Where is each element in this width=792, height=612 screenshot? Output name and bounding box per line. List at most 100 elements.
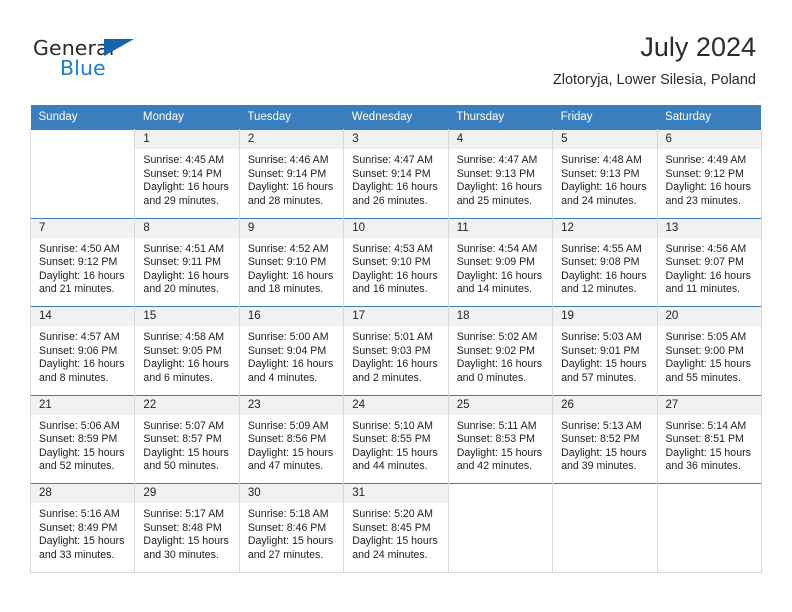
day-cell[interactable]: 29 Sunrise: 5:17 AM Sunset: 8:48 PM Dayl… [134,483,240,573]
sunset-text: Sunset: 8:52 PM [561,433,640,446]
daylight-text-line2: and 36 minutes. [665,460,741,473]
day-info: Sunrise: 4:52 AM Sunset: 9:10 PM Dayligh… [240,238,342,297]
day-number: 28 [31,484,134,503]
daylight-text-line2: and 23 minutes. [665,194,741,207]
sunrise-text: Sunrise: 5:06 AM [39,419,120,432]
calendar-week-row: 21 Sunrise: 5:06 AM Sunset: 8:59 PM Dayl… [29,394,762,484]
day-cell[interactable]: 25 Sunrise: 5:11 AM Sunset: 8:53 PM Dayl… [447,394,554,484]
daylight-text-line1: Daylight: 16 hours [352,181,438,194]
sunset-text: Sunset: 9:14 PM [143,167,222,180]
sunset-text: Sunset: 8:45 PM [352,521,431,534]
day-info: Sunrise: 5:09 AM Sunset: 8:56 PM Dayligh… [240,415,342,474]
day-info: Sunrise: 5:11 AM Sunset: 8:53 PM Dayligh… [449,415,551,474]
page-title: July 2024 [640,32,756,62]
daylight-text-line1: Daylight: 16 hours [247,269,334,282]
sunset-text: Sunset: 8:51 PM [665,433,744,446]
day-number [449,484,552,503]
day-cell[interactable]: 17 Sunrise: 5:01 AM Sunset: 9:03 PM Dayl… [343,306,449,395]
day-cell[interactable]: 18 Sunrise: 5:02 AM Sunset: 9:02 PM Dayl… [447,306,554,395]
sunrise-text: Sunrise: 4:47 AM [352,154,433,166]
sunrise-text: Sunrise: 4:57 AM [39,331,120,343]
day-number: 20 [658,307,761,326]
day-cell[interactable]: 15 Sunrise: 4:58 AM Sunset: 9:05 PM Dayl… [134,306,240,395]
day-cell[interactable]: 7 Sunrise: 4:50 AM Sunset: 9:12 PM Dayli… [29,217,136,307]
sunset-text: Sunset: 9:06 PM [39,344,118,357]
logo-triangle-icon [104,39,134,56]
day-cell[interactable]: 26 Sunrise: 5:13 AM Sunset: 8:52 PM Dayl… [552,394,658,484]
general-blue-logo[interactable]: General Blue [33,38,163,86]
day-number: 11 [449,218,552,238]
day-info: Sunrise: 5:18 AM Sunset: 8:46 PM Dayligh… [240,503,342,562]
day-cell[interactable]: 30 Sunrise: 5:18 AM Sunset: 8:46 PM Dayl… [238,483,345,573]
sunrise-text: Sunrise: 4:58 AM [143,331,225,343]
daylight-text-line1: Daylight: 16 hours [247,181,334,194]
daylight-text-line1: Daylight: 15 hours [39,535,125,548]
day-info: Sunrise: 5:02 AM Sunset: 9:02 PM Dayligh… [449,326,551,385]
day-info: Sunrise: 4:53 AM Sunset: 9:10 PM Dayligh… [345,238,447,297]
day-cell[interactable]: 2 Sunrise: 4:46 AM Sunset: 9:14 PM Dayli… [238,129,345,218]
day-cell[interactable]: 6 Sunrise: 4:49 AM Sunset: 9:12 PM Dayli… [656,129,762,218]
sunrise-text: Sunrise: 5:01 AM [352,331,433,343]
day-cell[interactable]: 5 Sunrise: 4:48 AM Sunset: 9:13 PM Dayli… [552,129,658,218]
day-number: 19 [553,307,657,326]
sunrise-text: Sunrise: 5:09 AM [247,419,329,432]
day-cell[interactable]: 11 Sunrise: 4:54 AM Sunset: 9:09 PM Dayl… [447,217,554,307]
daylight-text-line1: Daylight: 15 hours [456,446,543,459]
day-number: 8 [135,218,239,238]
sunrise-text: Sunrise: 5:02 AM [456,331,538,343]
daylight-text-line1: Daylight: 15 hours [561,358,647,371]
daylight-text-line1: Daylight: 16 hours [143,181,229,194]
sunset-text: Sunset: 9:12 PM [665,167,744,180]
day-cell[interactable]: 23 Sunrise: 5:09 AM Sunset: 8:56 PM Dayl… [238,394,345,484]
day-info: Sunrise: 4:54 AM Sunset: 9:09 PM Dayligh… [449,238,551,297]
daylight-text-line2: and 16 minutes. [352,283,428,296]
day-cell[interactable]: 16 Sunrise: 5:00 AM Sunset: 9:04 PM Dayl… [238,306,345,395]
daylight-text-line2: and 20 minutes. [143,283,219,296]
daylight-text-line1: Daylight: 16 hours [665,181,751,194]
day-cell[interactable]: 4 Sunrise: 4:47 AM Sunset: 9:13 PM Dayli… [447,129,554,218]
sunrise-text: Sunrise: 4:46 AM [247,154,329,166]
daylight-text-line1: Daylight: 16 hours [456,358,543,371]
day-cell[interactable]: 20 Sunrise: 5:05 AM Sunset: 9:00 PM Dayl… [656,306,762,395]
daylight-text-line1: Daylight: 16 hours [143,358,229,371]
day-cell[interactable]: 10 Sunrise: 4:53 AM Sunset: 9:10 PM Dayl… [343,217,449,307]
sunset-text: Sunset: 8:57 PM [143,433,222,446]
day-cell[interactable]: 9 Sunrise: 4:52 AM Sunset: 9:10 PM Dayli… [238,217,345,307]
day-cell[interactable]: 12 Sunrise: 4:55 AM Sunset: 9:08 PM Dayl… [552,217,658,307]
sunset-text: Sunset: 9:13 PM [561,167,640,180]
sunset-text: Sunset: 9:03 PM [352,344,431,357]
daylight-text-line1: Daylight: 16 hours [561,269,647,282]
day-cell[interactable]: 22 Sunrise: 5:07 AM Sunset: 8:57 PM Dayl… [134,394,240,484]
sunset-text: Sunset: 9:02 PM [456,344,536,357]
sunrise-text: Sunrise: 5:14 AM [665,419,747,432]
day-cell[interactable]: 28 Sunrise: 5:16 AM Sunset: 8:49 PM Dayl… [29,483,136,573]
calendar-week-row: 14 Sunrise: 4:57 AM Sunset: 9:06 PM Dayl… [29,306,762,395]
daylight-text-line2: and 50 minutes. [143,460,219,473]
sunset-text: Sunset: 9:10 PM [352,256,431,269]
day-info: Sunrise: 5:17 AM Sunset: 8:48 PM Dayligh… [136,503,238,562]
day-cell[interactable]: 3 Sunrise: 4:47 AM Sunset: 9:14 PM Dayli… [343,129,449,218]
daylight-text-line1: Daylight: 15 hours [143,535,229,548]
day-cell[interactable]: 8 Sunrise: 4:51 AM Sunset: 9:11 PM Dayli… [134,217,240,307]
day-cell[interactable]: 31 Sunrise: 5:20 AM Sunset: 8:45 PM Dayl… [343,483,449,573]
day-cell[interactable]: 27 Sunrise: 5:14 AM Sunset: 8:51 PM Dayl… [656,394,762,484]
sunrise-text: Sunrise: 5:18 AM [247,508,329,520]
daylight-text-line2: and 6 minutes. [143,371,213,384]
daylight-text-line2: and 21 minutes. [39,283,115,296]
sunset-text: Sunset: 8:53 PM [456,433,536,446]
day-cell[interactable]: 1 Sunrise: 4:45 AM Sunset: 9:14 PM Dayli… [134,129,240,218]
day-number: 14 [31,307,134,326]
day-number: 27 [658,395,761,415]
page-header: General Blue July 2024 Zlotoryja, Lower … [0,0,792,100]
day-number: 4 [449,130,552,149]
day-cell[interactable]: 21 Sunrise: 5:06 AM Sunset: 8:59 PM Dayl… [29,394,136,484]
day-cell[interactable]: 24 Sunrise: 5:10 AM Sunset: 8:55 PM Dayl… [343,394,449,484]
day-cell [29,129,136,218]
day-cell[interactable]: 13 Sunrise: 4:56 AM Sunset: 9:07 PM Dayl… [656,217,762,307]
day-cell[interactable]: 14 Sunrise: 4:57 AM Sunset: 9:06 PM Dayl… [29,306,136,395]
daylight-text-line2: and 44 minutes. [352,460,428,473]
day-cell[interactable]: 19 Sunrise: 5:03 AM Sunset: 9:01 PM Dayl… [552,306,658,395]
daylight-text-line2: and 24 minutes. [352,548,428,561]
sunset-text: Sunset: 9:00 PM [665,344,744,357]
day-cell [447,483,554,573]
